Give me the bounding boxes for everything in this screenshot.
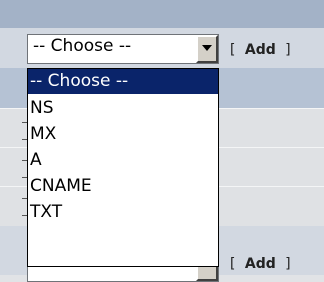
option-choose[interactable]: -- Choose -- — [28, 69, 218, 94]
option-a[interactable]: A — [28, 148, 218, 173]
table-header-bar — [0, 0, 324, 28]
option-txt[interactable]: TXT — [28, 200, 218, 225]
select-dropdown-button[interactable] — [196, 35, 218, 63]
select-value: -- Choose -- — [33, 36, 132, 56]
chevron-down-icon — [202, 45, 212, 51]
record-type-dropdown[interactable]: -- Choose -- NS MX A CNAME TXT — [27, 68, 219, 267]
option-cname[interactable]: CNAME — [28, 174, 218, 199]
add-label: Add — [244, 42, 276, 58]
add-label: Add — [244, 256, 276, 272]
record-type-select[interactable]: -- Choose -- — [27, 34, 219, 64]
option-mx[interactable]: MX — [28, 122, 218, 147]
add-link-row1[interactable]: [ Add ] — [228, 42, 293, 58]
add-link-row2[interactable]: [ Add ] — [228, 256, 293, 272]
option-ns[interactable]: NS — [28, 96, 218, 121]
